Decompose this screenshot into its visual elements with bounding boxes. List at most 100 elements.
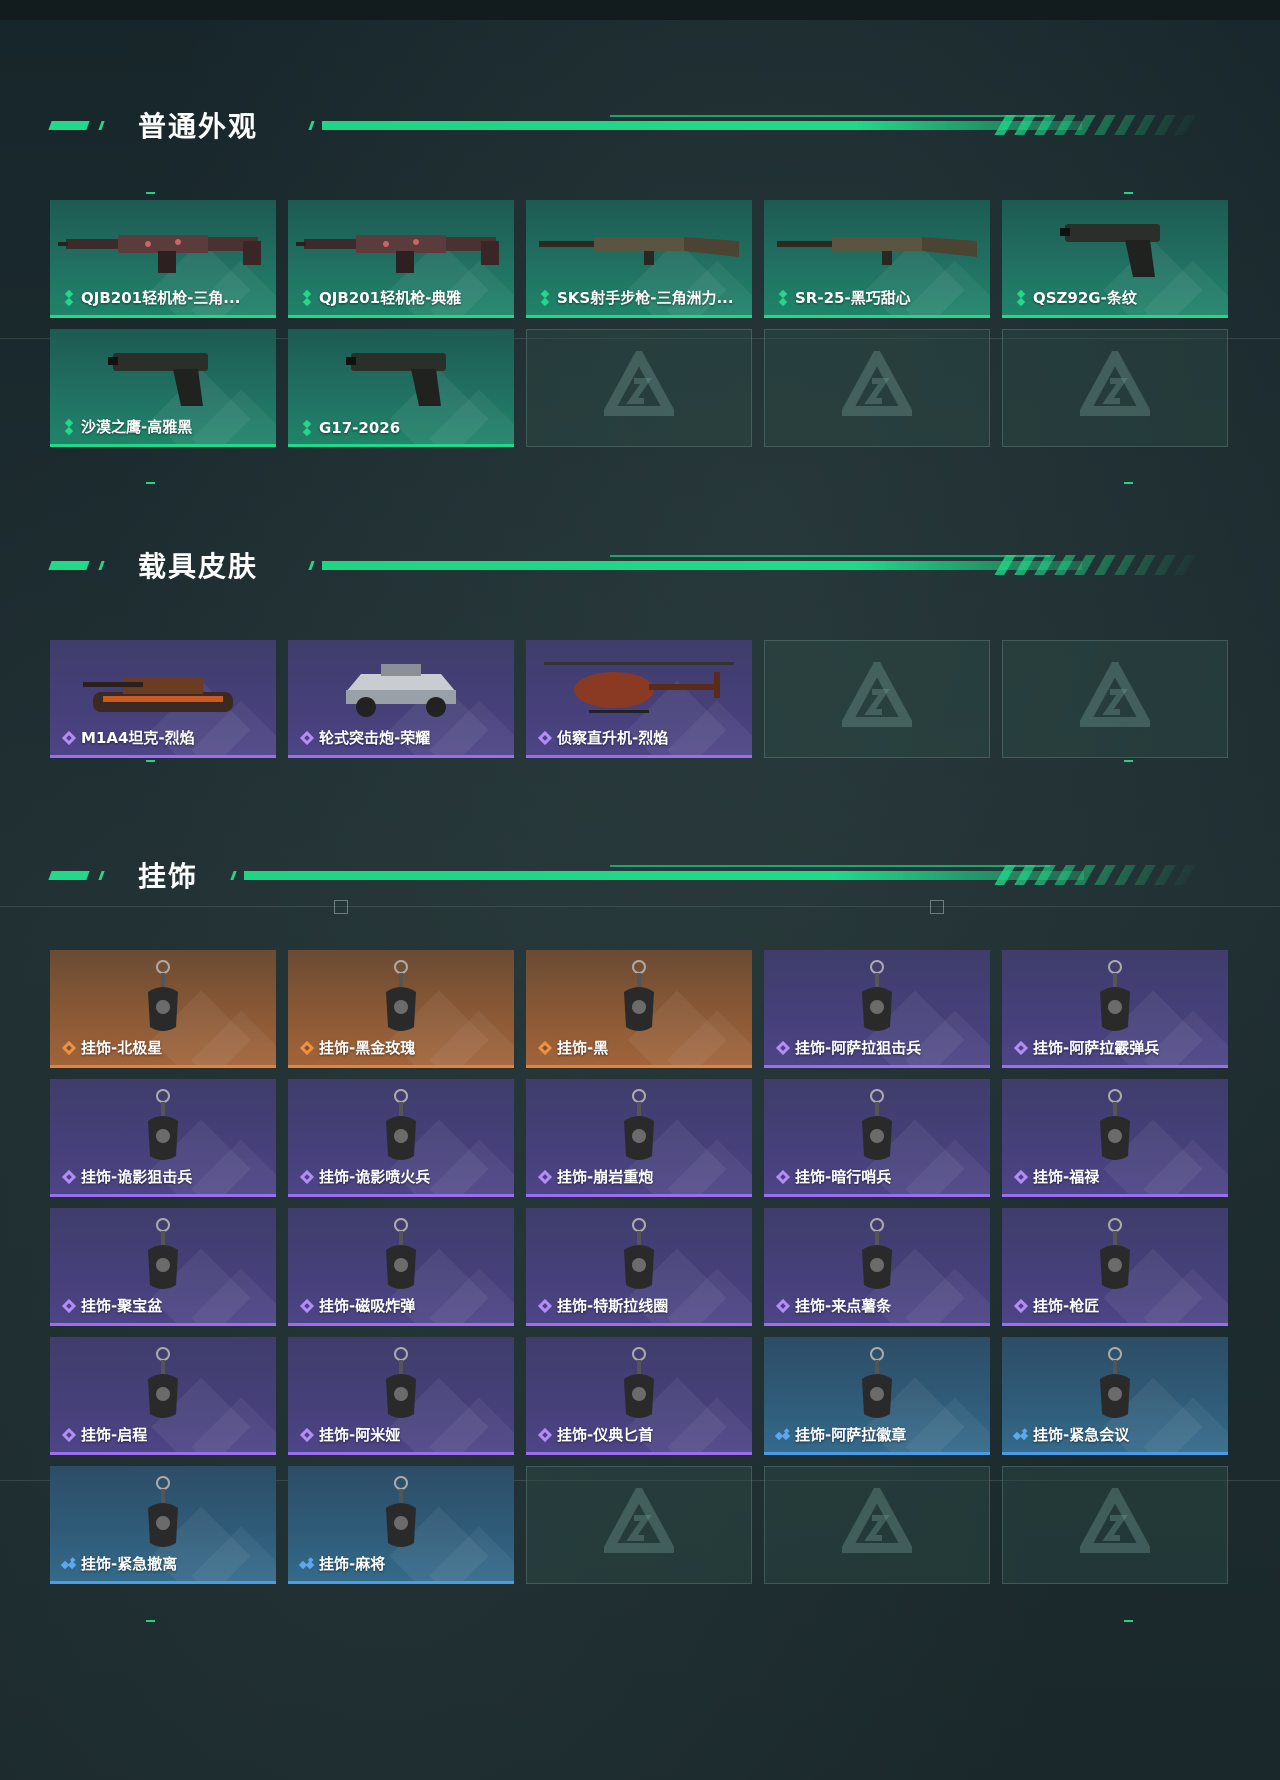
charm-icon xyxy=(50,956,276,1038)
item-label: 挂饰-黑 xyxy=(538,1037,608,1058)
empty-slot xyxy=(526,329,752,447)
item-name: 挂饰-磁吸炸弹 xyxy=(319,1297,416,1315)
item-card[interactable]: QJB201轻机枪-三角... xyxy=(50,200,276,318)
item-card[interactable]: 挂饰-麻将 xyxy=(288,1466,514,1584)
rarity-icon xyxy=(776,291,790,305)
rarity-icon xyxy=(776,1299,790,1313)
item-label: 挂饰-特斯拉线圈 xyxy=(538,1295,668,1316)
item-card[interactable]: SR-25-黑巧甜心 xyxy=(764,200,990,318)
item-card[interactable]: 挂饰-诡影喷火兵 xyxy=(288,1079,514,1197)
item-card[interactable]: 挂饰-紧急撤离 xyxy=(50,1466,276,1584)
item-name: 挂饰-麻将 xyxy=(319,1555,386,1573)
item-card[interactable]: 挂饰-阿萨拉徽章 xyxy=(764,1337,990,1455)
empty-slot xyxy=(1002,1466,1228,1584)
item-name: 挂饰-北极星 xyxy=(81,1039,163,1057)
item-card[interactable]: 挂饰-崩岩重炮 xyxy=(526,1079,752,1197)
item-card[interactable]: 挂饰-阿萨拉霰弹兵 xyxy=(1002,950,1228,1068)
item-card[interactable]: QJB201轻机枪-典雅 xyxy=(288,200,514,318)
empty-slot xyxy=(764,640,990,758)
item-card[interactable]: 侦察直升机-烈焰 xyxy=(526,640,752,758)
item-card[interactable]: 沙漠之鹰-高雅黑 xyxy=(50,329,276,447)
item-name: 挂饰-特斯拉线圈 xyxy=(557,1297,669,1315)
item-card[interactable]: 挂饰-磁吸炸弹 xyxy=(288,1208,514,1326)
pistol-icon xyxy=(288,335,514,417)
item-card[interactable]: 挂饰-特斯拉线圈 xyxy=(526,1208,752,1326)
item-label: 挂饰-福禄 xyxy=(1014,1166,1099,1187)
header-accent-pip xyxy=(230,871,237,880)
rarity-icon xyxy=(62,731,76,745)
rarity-icon xyxy=(300,731,314,745)
item-name: 挂饰-诡影狙击兵 xyxy=(81,1168,193,1186)
header-accent-bar xyxy=(48,871,90,880)
item-label: 挂饰-黑金玫瑰 xyxy=(300,1037,415,1058)
charm-icon xyxy=(288,1214,514,1296)
rarity-icon xyxy=(300,1170,314,1184)
charm-icon xyxy=(288,1472,514,1554)
item-label: 挂饰-阿萨拉狙击兵 xyxy=(776,1037,921,1058)
item-card[interactable]: 挂饰-黑 xyxy=(526,950,752,1068)
item-label: 挂饰-阿萨拉徽章 xyxy=(776,1424,906,1445)
rarity-icon xyxy=(1014,1299,1028,1313)
divider xyxy=(0,906,1280,907)
grid-vehicle-skins: M1A4坦克-烈焰 轮式突击炮-荣耀 侦察直升机-烈焰 xyxy=(50,640,1228,758)
item-card[interactable]: 挂饰-诡影狙击兵 xyxy=(50,1079,276,1197)
item-card[interactable]: SKS射手步枪-三角洲力... xyxy=(526,200,752,318)
rarity-icon xyxy=(538,1299,552,1313)
header-accent-pip xyxy=(98,871,105,880)
item-name: QJB201轻机枪-三角... xyxy=(81,289,241,307)
header-accent-pip xyxy=(98,561,105,570)
item-name: SR-25-黑巧甜心 xyxy=(795,289,911,307)
rarity-icon xyxy=(1014,1041,1028,1055)
item-name: M1A4坦克-烈焰 xyxy=(81,729,195,747)
item-label: 挂饰-紧急会议 xyxy=(1014,1424,1129,1445)
item-card[interactable]: 轮式突击炮-荣耀 xyxy=(288,640,514,758)
item-card[interactable]: 挂饰-北极星 xyxy=(50,950,276,1068)
item-card[interactable]: G17-2026 xyxy=(288,329,514,447)
charm-icon xyxy=(526,1214,752,1296)
rarity-icon xyxy=(300,421,314,435)
item-name: G17-2026 xyxy=(319,419,401,437)
charm-icon xyxy=(1002,1343,1228,1425)
empty-slot xyxy=(764,329,990,447)
rarity-icon xyxy=(776,1170,790,1184)
item-card[interactable]: 挂饰-仪典匕首 xyxy=(526,1337,752,1455)
item-card[interactable]: 挂饰-枪匠 xyxy=(1002,1208,1228,1326)
machine-gun-icon xyxy=(50,206,276,288)
item-card[interactable]: M1A4坦克-烈焰 xyxy=(50,640,276,758)
item-card[interactable]: 挂饰-黑金玫瑰 xyxy=(288,950,514,1068)
frame-marker xyxy=(1124,482,1133,484)
item-label: 挂饰-麻将 xyxy=(300,1553,385,1574)
charm-icon xyxy=(764,956,990,1038)
header-accent-pip xyxy=(308,121,315,130)
item-name: 挂饰-崩岩重炮 xyxy=(557,1168,654,1186)
item-card[interactable]: 挂饰-紧急会议 xyxy=(1002,1337,1228,1455)
machine-gun-icon xyxy=(288,206,514,288)
rarity-icon xyxy=(62,1170,76,1184)
helicopter-icon xyxy=(526,646,752,728)
item-name: 侦察直升机-烈焰 xyxy=(557,729,669,747)
section-title: 载具皮肤 xyxy=(138,550,259,583)
item-card[interactable]: 挂饰-福禄 xyxy=(1002,1079,1228,1197)
rarity-icon xyxy=(62,420,76,434)
charm-icon xyxy=(1002,1085,1228,1167)
item-card[interactable]: 挂饰-来点薯条 xyxy=(764,1208,990,1326)
item-label: G17-2026 xyxy=(300,419,400,437)
game-logo-icon xyxy=(600,1482,678,1562)
item-card[interactable]: 挂饰-聚宝盆 xyxy=(50,1208,276,1326)
pistol-icon xyxy=(50,335,276,417)
charm-icon xyxy=(764,1214,990,1296)
frame-marker xyxy=(1124,192,1133,194)
header-checker-pattern xyxy=(994,115,1206,135)
item-card[interactable]: QSZ92G-条纹 xyxy=(1002,200,1228,318)
game-logo-icon xyxy=(838,1482,916,1562)
item-card[interactable]: 挂饰-阿米娅 xyxy=(288,1337,514,1455)
charm-icon xyxy=(50,1085,276,1167)
item-label: QJB201轻机枪-典雅 xyxy=(300,287,461,308)
item-name: 沙漠之鹰-高雅黑 xyxy=(81,418,193,436)
item-card[interactable]: 挂饰-阿萨拉狙击兵 xyxy=(764,950,990,1068)
rarity-icon xyxy=(538,1170,552,1184)
rarity-icon xyxy=(300,1299,314,1313)
item-card[interactable]: 挂饰-暗行哨兵 xyxy=(764,1079,990,1197)
item-card[interactable]: 挂饰-启程 xyxy=(50,1337,276,1455)
item-label: 挂饰-来点薯条 xyxy=(776,1295,891,1316)
